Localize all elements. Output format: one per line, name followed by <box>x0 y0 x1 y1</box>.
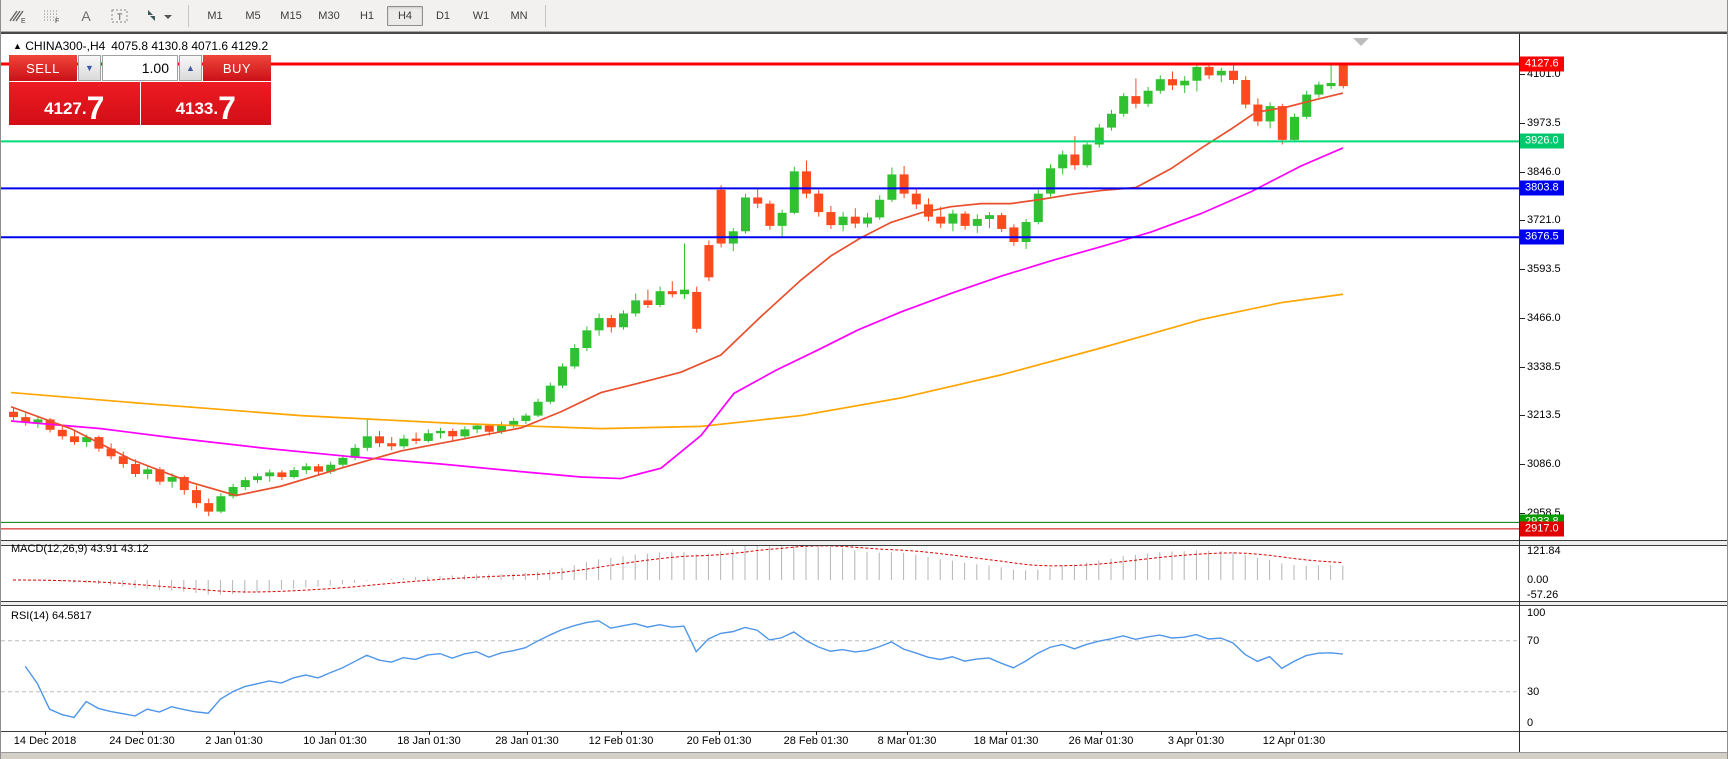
timeframe-button-m30[interactable]: M30 <box>311 6 347 26</box>
symbol-period-label: CHINA300-,H4 <box>25 39 105 53</box>
collapse-triangle-icon[interactable]: ▲ <box>13 41 22 51</box>
timeframe-button-m5[interactable]: M5 <box>235 6 271 26</box>
time-tick-label: 12 Feb 01:30 <box>589 735 654 747</box>
time-tick-label: 24 Dec 01:30 <box>109 735 174 747</box>
rsi-pane-canvas[interactable] <box>1 606 1519 731</box>
macd-label: MACD(12,26,9) 43.91 43.12 <box>11 543 149 555</box>
buy-price-display[interactable]: 4133.7 <box>141 82 272 125</box>
price-tick-mark <box>1520 123 1525 124</box>
sell-button[interactable]: SELL <box>9 55 77 81</box>
svg-text:E: E <box>21 18 26 24</box>
timeframe-button-mn[interactable]: MN <box>501 6 537 26</box>
price-tick-label: 3846.0 <box>1527 166 1561 178</box>
volume-decrease-button[interactable]: ▼ <box>78 55 101 81</box>
time-tick-label: 26 Mar 01:30 <box>1069 735 1134 747</box>
price-tick-mark <box>1520 464 1525 465</box>
buy-price-big-digit: 7 <box>218 93 236 123</box>
price-badge: 2917.0 <box>1520 521 1564 536</box>
ohlc-values: 4075.8 4130.8 4071.6 4129.2 <box>111 39 268 53</box>
chart-symbol-header: ▲ CHINA300-,H4 4075.8 4130.8 4071.6 4129… <box>13 39 268 53</box>
dropdown-caret-icon <box>164 15 172 19</box>
text-label-icon[interactable]: A <box>71 4 101 28</box>
buy-button[interactable]: BUY <box>203 55 271 81</box>
svg-text:T: T <box>117 12 123 22</box>
price-badge: 3803.8 <box>1520 181 1564 196</box>
axis-divider <box>1519 34 1520 752</box>
window-bottom-edge <box>1 752 1728 759</box>
price-badge: 4127.6 <box>1520 57 1564 72</box>
price-tick-mark <box>1520 318 1525 319</box>
price-tick-label: 3086.0 <box>1527 458 1561 470</box>
time-tick-label: 18 Mar 01:30 <box>974 735 1039 747</box>
timeframe-button-m1[interactable]: M1 <box>197 6 233 26</box>
time-tick-label: 2 Jan 01:30 <box>205 735 263 747</box>
timeframe-button-w1[interactable]: W1 <box>463 6 499 26</box>
rsi-tick-label: 100 <box>1527 607 1545 619</box>
price-tick-mark <box>1520 269 1525 270</box>
timeframe-button-d1[interactable]: D1 <box>425 6 461 26</box>
time-tick-label: 28 Jan 01:30 <box>495 735 559 747</box>
timeframe-button-h1[interactable]: H1 <box>349 6 385 26</box>
volume-increase-button[interactable]: ▲ <box>179 55 202 81</box>
price-tick-label: 3466.0 <box>1527 312 1561 324</box>
text-box-icon[interactable]: T <box>105 4 135 28</box>
objects-arrange-icon[interactable] <box>139 4 179 28</box>
price-tick-mark <box>1520 220 1525 221</box>
forecast-grid-icon[interactable]: F <box>37 4 67 28</box>
sell-price-big-digit: 7 <box>87 93 105 123</box>
price-tick-label: 3973.5 <box>1527 117 1561 129</box>
time-tick-label: 18 Jan 01:30 <box>397 735 461 747</box>
toolbar-separator <box>188 5 189 27</box>
time-tick-label: 20 Feb 01:30 <box>687 735 752 747</box>
price-tick-mark <box>1520 74 1525 75</box>
macd-tick-label: 0.00 <box>1527 574 1548 586</box>
one-click-trading-panel: SELL ▼ 1.00 ▲ BUY 4127.7 4133.7 <box>9 55 271 125</box>
svg-text:F: F <box>55 18 59 24</box>
price-tick-mark <box>1520 172 1525 173</box>
price-tick-label: 3593.5 <box>1527 263 1561 275</box>
price-badge: 3926.0 <box>1520 134 1564 149</box>
price-badge: 3676.5 <box>1520 230 1564 245</box>
rsi-tick-label: 30 <box>1527 686 1539 698</box>
time-tick-label: 3 Apr 01:30 <box>1168 735 1224 747</box>
macd-tick-label: 121.84 <box>1527 545 1561 557</box>
toolbar-separator <box>545 5 546 27</box>
chart-shift-marker-icon[interactable] <box>1353 38 1369 46</box>
volume-input[interactable]: 1.00 <box>102 55 178 81</box>
timeframe-button-h4[interactable]: H4 <box>387 6 423 26</box>
price-tick-mark <box>1520 415 1525 416</box>
time-tick-label: 8 Mar 01:30 <box>878 735 937 747</box>
price-tick-label: 3721.0 <box>1527 214 1561 226</box>
rsi-label: RSI(14) 64.5817 <box>11 610 92 622</box>
macd-pane-canvas[interactable] <box>1 546 1519 601</box>
time-tick-label: 28 Feb 01:30 <box>784 735 849 747</box>
macd-tick-label: -57.26 <box>1527 589 1558 601</box>
sell-price-display[interactable]: 4127.7 <box>9 82 140 125</box>
terminal-window: E F A T M1M <box>0 0 1728 759</box>
price-tick-label: 3338.5 <box>1527 361 1561 373</box>
time-tick-label: 12 Apr 01:30 <box>1263 735 1325 747</box>
timeframe-button-m15[interactable]: M15 <box>273 6 309 26</box>
toolbar: E F A T M1M <box>1 0 1728 32</box>
time-tick-label: 14 Dec 2018 <box>14 735 76 747</box>
price-tick-label: 3213.5 <box>1527 409 1561 421</box>
price-tick-mark <box>1520 367 1525 368</box>
time-axis-border <box>1 731 1728 732</box>
sell-price-main: 4127 <box>44 99 82 123</box>
rsi-tick-label: 70 <box>1527 635 1539 647</box>
rsi-tick-label: 0 <box>1527 717 1533 729</box>
time-tick-label: 10 Jan 01:30 <box>303 735 367 747</box>
expert-advisor-icon[interactable]: E <box>3 4 33 28</box>
price-tick-mark <box>1520 513 1525 514</box>
buy-price-main: 4133 <box>176 99 214 123</box>
